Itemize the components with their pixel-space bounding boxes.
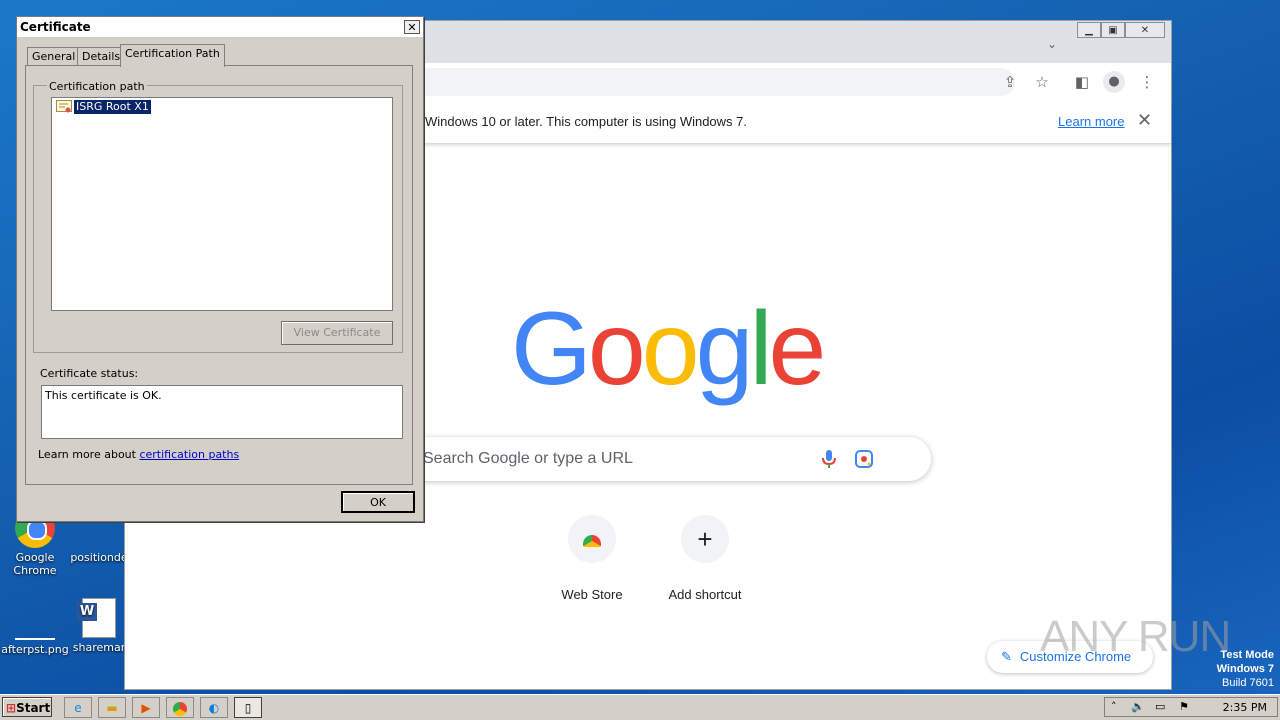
certificate-dialog: Certificate ✕ General Details Certificat…: [16, 16, 424, 522]
network-icon[interactable]: ▭: [1155, 700, 1165, 713]
taskbar: ⊞Start e ▬ ▶ ◐ ▯ ˄ 🔈 ▭ ⚑ 2:35 PM: [0, 694, 1280, 720]
taskbar-document[interactable]: ▯: [234, 697, 262, 718]
restore-button[interactable]: ▣: [1101, 22, 1125, 38]
tab-certification-path[interactable]: Certification Path: [120, 44, 225, 67]
taskbar-explorer[interactable]: ▬: [98, 697, 126, 718]
ie-icon: e: [74, 701, 82, 715]
windows-logo-icon: ⊞: [6, 701, 17, 715]
close-button[interactable]: ✕: [1125, 22, 1165, 38]
close-icon[interactable]: ✕: [404, 20, 420, 34]
certification-paths-link[interactable]: certification paths: [139, 448, 239, 461]
taskbar-media[interactable]: ▶: [132, 697, 160, 718]
tab-label: General: [32, 50, 76, 63]
profile-icon[interactable]: ●: [1103, 71, 1125, 93]
view-certificate-button[interactable]: View Certificate: [281, 321, 393, 345]
group-label: Certification path: [47, 80, 147, 93]
document-icon: ▯: [244, 701, 252, 715]
learn-prefix: Learn more about: [38, 448, 140, 461]
address-bar[interactable]: [415, 68, 1015, 96]
minimize-button[interactable]: ▁: [1077, 22, 1101, 38]
dialog-titlebar: Certificate ✕: [17, 17, 423, 37]
watermark-line: Test Mode: [1220, 649, 1274, 661]
bookmark-star-icon[interactable]: ☆: [1031, 71, 1053, 93]
tab-general[interactable]: General: [27, 47, 81, 66]
desktop-icon-label: Google Chrome: [13, 551, 57, 577]
system-tray: ˄ 🔈 ▭ ⚑ 2:35 PM: [1104, 697, 1278, 717]
shortcut-label: Add shortcut: [668, 587, 742, 602]
watermark-line: Build 7601: [1222, 677, 1274, 689]
start-button[interactable]: ⊞Start: [2, 697, 52, 717]
ok-button[interactable]: OK: [341, 491, 415, 513]
taskbar-edge[interactable]: ◐: [200, 697, 228, 718]
test-mode-watermark: Test Mode Windows 7 Build 7601: [1210, 648, 1274, 690]
taskbar-ie[interactable]: e: [64, 697, 92, 718]
certificate-status-text: This certificate is OK.: [45, 389, 162, 402]
search-box[interactable]: Search Google or type a URL: [395, 437, 931, 481]
media-player-icon: ▶: [141, 701, 151, 715]
desktop-icon-afterpst[interactable]: afterpst.png: [0, 600, 70, 656]
button-label: View Certificate: [293, 326, 381, 339]
certificate-status-label: Certificate status:: [40, 367, 139, 380]
certificate-icon: [56, 100, 72, 113]
image-file-icon: [15, 600, 55, 640]
tab-label: Details: [82, 50, 121, 63]
edge-icon: ◐: [208, 701, 220, 715]
dialog-title: Certificate: [20, 20, 91, 34]
tab-search-icon[interactable]: ⌄: [1047, 37, 1057, 51]
start-label: Start: [16, 701, 51, 715]
certification-path-tree[interactable]: ISRG Root X1: [51, 97, 393, 311]
shortcut-label: Web Store: [561, 587, 623, 602]
word-doc-icon: W: [77, 598, 116, 638]
certificate-status-box: This certificate is OK.: [41, 385, 403, 439]
side-panel-icon[interactable]: ◧: [1071, 71, 1093, 93]
desktop-icon-label: sharemar: [72, 641, 126, 654]
flag-icon[interactable]: ⚑: [1179, 700, 1189, 713]
tab-label: Certification Path: [125, 47, 220, 60]
button-label: OK: [370, 496, 386, 509]
volume-icon[interactable]: 🔈: [1131, 700, 1145, 713]
file-icon: [79, 522, 119, 548]
tree-item-root[interactable]: ISRG Root X1: [74, 100, 151, 114]
clock[interactable]: 2:35 PM: [1223, 701, 1267, 714]
web-store-icon: [568, 515, 616, 563]
plus-icon: +: [681, 515, 729, 563]
shortcut-web-store[interactable]: Web Store: [537, 515, 647, 602]
menu-kebab-icon[interactable]: ⋮: [1136, 71, 1158, 93]
learn-more-link[interactable]: Learn more: [1058, 114, 1124, 129]
google-logo: Google: [511, 291, 826, 407]
search-input[interactable]: Search Google or type a URL: [423, 450, 633, 468]
chrome-icon: [173, 701, 187, 716]
shortcut-add[interactable]: + Add shortcut: [650, 515, 760, 602]
chevron-up-icon[interactable]: ˄: [1111, 700, 1117, 713]
desktop-icon-label: afterpst.png: [1, 643, 69, 656]
anyrun-watermark: ANY RUN: [1040, 612, 1231, 661]
microphone-icon[interactable]: [821, 449, 837, 469]
infobar-message: Windows 10 or later. This computer is us…: [425, 114, 748, 129]
desktop-icon-label: positionde: [70, 551, 128, 564]
lens-camera-icon[interactable]: [855, 450, 873, 468]
share-icon[interactable]: ⇪: [999, 71, 1021, 93]
taskbar-chrome[interactable]: [166, 697, 194, 718]
folder-icon: ▬: [106, 701, 118, 715]
close-icon[interactable]: ✕: [1137, 110, 1152, 131]
watermark-line: Windows 7: [1216, 663, 1274, 675]
learn-more-line: Learn more about certification paths: [38, 448, 239, 461]
pencil-icon: ✎: [1001, 649, 1012, 664]
tab-details[interactable]: Details: [77, 47, 126, 66]
